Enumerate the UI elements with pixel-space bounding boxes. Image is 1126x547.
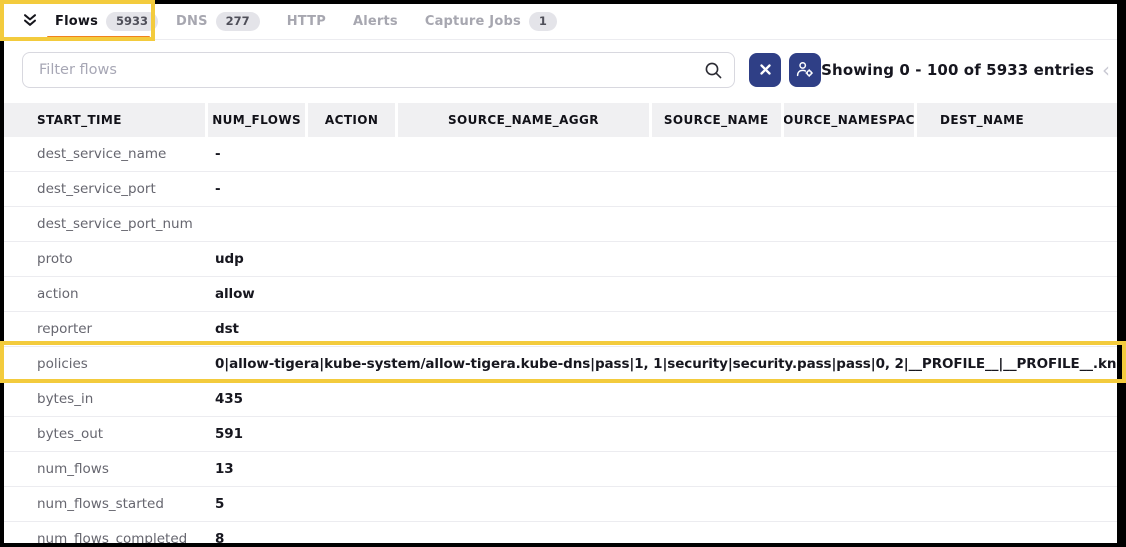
collapse-panel-button[interactable] — [22, 14, 38, 30]
tab-capture-jobs[interactable]: Capture Jobs 1 — [425, 12, 557, 31]
detail-key: bytes_out — [4, 426, 215, 442]
column-header-dest-name[interactable]: DEST_NAME — [917, 103, 1117, 137]
results-summary: Showing 0 - 100 of 5933 entries — [821, 61, 1094, 79]
double-chevron-down-icon — [22, 12, 38, 31]
tab-bar: Flows 5933 DNS 277 HTTP Alerts Capture J… — [4, 4, 1117, 40]
customize-columns-button[interactable] — [789, 53, 821, 87]
detail-value: allow — [215, 286, 1117, 302]
detail-row: dest_service_name - — [4, 137, 1117, 172]
detail-row: action allow — [4, 277, 1117, 312]
detail-key: policies — [4, 356, 215, 372]
detail-value: 591 — [215, 426, 1117, 442]
detail-value: 5 — [215, 496, 1117, 512]
tab-http[interactable]: HTTP — [287, 14, 326, 29]
user-settings-icon — [796, 61, 814, 80]
column-header-source-namespace[interactable]: SOURCE_NAMESPACE — [784, 103, 914, 137]
detail-key: dest_service_port_num — [4, 216, 215, 232]
tab-flows-badge: 5933 — [106, 12, 158, 31]
detail-row: bytes_in 435 — [4, 382, 1117, 417]
previous-page-icon[interactable]: ‹ — [1102, 60, 1110, 80]
detail-row-policies: policies 0|allow-tigera|kube-system/allo… — [4, 347, 1117, 382]
column-header-action[interactable]: ACTION — [308, 103, 395, 137]
tab-dns-label: DNS — [176, 14, 208, 29]
detail-key: reporter — [4, 321, 215, 337]
search-icon[interactable] — [704, 61, 723, 84]
detail-key: action — [4, 286, 215, 302]
detail-key: proto — [4, 251, 215, 267]
detail-key: num_flows — [4, 461, 215, 477]
detail-value: 435 — [215, 391, 1117, 407]
detail-key: dest_service_port — [4, 181, 215, 197]
detail-value: - — [215, 146, 1117, 162]
detail-key: num_flows_started — [4, 496, 215, 512]
detail-value: 0|allow-tigera|kube-system/allow-tigera.… — [215, 356, 1117, 372]
active-tab-underline — [47, 36, 150, 39]
tab-dns-badge: 277 — [216, 12, 260, 31]
filter-bar: Showing 0 - 100 of 5933 entries ‹ — [4, 40, 1117, 88]
tab-flows-label: Flows — [55, 14, 98, 29]
tab-dns[interactable]: DNS 277 — [176, 12, 260, 31]
detail-row: dest_service_port_num — [4, 207, 1117, 242]
detail-key: bytes_in — [4, 391, 215, 407]
expanded-row-details: dest_service_name - dest_service_port - … — [4, 137, 1117, 543]
tab-alerts-label: Alerts — [353, 14, 398, 29]
detail-row: reporter dst — [4, 312, 1117, 347]
detail-row: dest_service_port - — [4, 172, 1117, 207]
table-header-row: START_TIME NUM_FLOWS ACTION SOURCE_NAME_… — [4, 103, 1117, 137]
tab-flows[interactable]: Flows 5933 — [55, 12, 158, 31]
app-window: Flows 5933 DNS 277 HTTP Alerts Capture J… — [0, 0, 1126, 547]
detail-value: 13 — [215, 461, 1117, 477]
detail-row: proto udp — [4, 242, 1117, 277]
filter-searchbox — [22, 52, 735, 88]
detail-value: udp — [215, 251, 1117, 267]
detail-row: num_flows 13 — [4, 452, 1117, 487]
flow-logs-panel: Flows 5933 DNS 277 HTTP Alerts Capture J… — [4, 4, 1117, 543]
x-icon — [760, 63, 771, 78]
detail-row: num_flows_completed 8 — [4, 522, 1117, 543]
detail-row: bytes_out 591 — [4, 417, 1117, 452]
tab-capture-jobs-badge: 1 — [529, 12, 557, 31]
detail-row: num_flows_started 5 — [4, 487, 1117, 522]
detail-value: dst — [215, 321, 1117, 337]
detail-key: dest_service_name — [4, 146, 215, 162]
detail-value: 8 — [215, 531, 1117, 543]
column-header-source-name[interactable]: SOURCE_NAME — [652, 103, 781, 137]
detail-value: - — [215, 181, 1117, 197]
tab-http-label: HTTP — [287, 14, 326, 29]
tab-alerts[interactable]: Alerts — [353, 14, 398, 29]
detail-key: num_flows_completed — [4, 531, 215, 543]
column-header-num-flows[interactable]: NUM_FLOWS — [208, 103, 305, 137]
column-header-source-name-aggr[interactable]: SOURCE_NAME_AGGR — [398, 103, 649, 137]
clear-filter-button[interactable] — [749, 53, 781, 87]
filter-input[interactable] — [22, 52, 735, 88]
column-header-start-time[interactable]: START_TIME — [4, 103, 205, 137]
tab-capture-jobs-label: Capture Jobs — [425, 14, 521, 29]
